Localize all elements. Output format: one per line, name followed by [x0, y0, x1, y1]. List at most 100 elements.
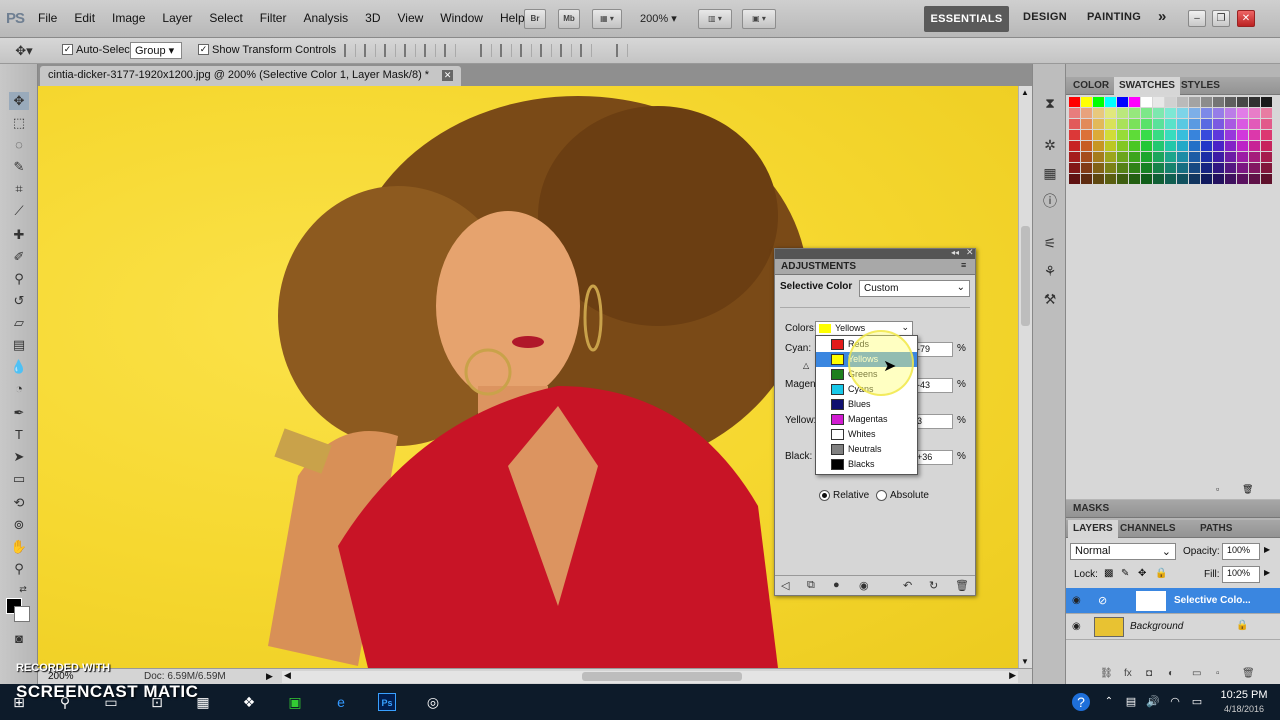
swatch-cell[interactable]	[1153, 141, 1164, 151]
menu-help[interactable]: Help	[500, 11, 525, 25]
path-selection-tool-icon[interactable]: ➤	[9, 448, 29, 466]
visibility-icon[interactable]: ◉	[859, 579, 869, 592]
swatch-cell[interactable]	[1237, 119, 1248, 129]
swatch-cell[interactable]	[1177, 163, 1188, 173]
layer-style-icon[interactable]: fx	[1124, 668, 1132, 679]
swatch-cell[interactable]	[1129, 163, 1140, 173]
swatch-cell[interactable]	[1093, 141, 1104, 151]
scroll-down-icon[interactable]: ▼	[1021, 657, 1029, 666]
type-tool-icon[interactable]: T	[9, 426, 29, 444]
workspace-essentials[interactable]: ESSENTIALS	[924, 6, 1009, 32]
swatch-cell[interactable]	[1141, 152, 1152, 162]
swatch-cell[interactable]	[1165, 141, 1176, 151]
fill-field[interactable]: 100%	[1222, 566, 1260, 583]
swatch-cell[interactable]	[1117, 108, 1128, 118]
swatch-cell[interactable]	[1105, 174, 1116, 184]
visibility-eye-icon[interactable]: ◉	[1072, 595, 1081, 606]
clip-to-layer-icon[interactable]: ●	[833, 579, 840, 591]
swatch-cell[interactable]	[1249, 97, 1260, 107]
swatch-cell[interactable]	[1117, 174, 1128, 184]
swatch-cell[interactable]	[1225, 152, 1236, 162]
info-panel-icon[interactable]: ⓘ	[1041, 192, 1059, 210]
menu-select[interactable]: Select	[209, 11, 242, 25]
adjustments-panel-header[interactable]: ◂◂ ✕	[775, 247, 975, 259]
swatch-grid[interactable]	[1069, 97, 1272, 184]
scroll-up-icon[interactable]: ▲	[1021, 88, 1029, 97]
screen-mode-icon[interactable]: ▣ ▾	[742, 9, 776, 29]
background-color-swatch[interactable]	[14, 606, 30, 622]
crop-tool-icon[interactable]: ⌗	[9, 180, 29, 198]
swatch-cell[interactable]	[1261, 97, 1272, 107]
swatch-cell[interactable]	[1249, 174, 1260, 184]
swatch-cell[interactable]	[1141, 119, 1152, 129]
swatch-cell[interactable]	[1081, 130, 1092, 140]
scroll-left-icon[interactable]: ◀	[284, 670, 291, 681]
blend-mode-dropdown[interactable]: Normal ⌄	[1070, 543, 1176, 560]
swatch-cell[interactable]	[1177, 130, 1188, 140]
swatch-cell[interactable]	[1189, 174, 1200, 184]
yellow-value-field[interactable]: 3	[913, 414, 953, 429]
swatch-cell[interactable]	[1225, 130, 1236, 140]
swatch-cell[interactable]	[1189, 163, 1200, 173]
new-adjustment-icon[interactable]: ◐	[1168, 668, 1174, 679]
delete-adjustment-icon[interactable]: 🗑	[955, 579, 969, 592]
horizontal-scrollbar[interactable]: ◀ ▶	[282, 670, 1018, 683]
swatch-cell[interactable]	[1105, 163, 1116, 173]
auto-select-dropdown[interactable]: Group ▾	[130, 42, 182, 59]
swatch-cell[interactable]	[1261, 141, 1272, 151]
delete-layer-icon[interactable]: 🗑	[1242, 668, 1255, 679]
dropbox-icon[interactable]: ❖	[240, 693, 258, 711]
minimize-icon[interactable]: –	[1188, 10, 1206, 27]
screencast-icon[interactable]: ◎	[424, 693, 442, 711]
distribute-bottom-icon[interactable]	[520, 44, 532, 57]
swatch-cell[interactable]	[1237, 108, 1248, 118]
swatch-cell[interactable]	[1093, 130, 1104, 140]
swatch-cell[interactable]	[1249, 130, 1260, 140]
swatch-cell[interactable]	[1093, 152, 1104, 162]
swatch-cell[interactable]	[1201, 119, 1212, 129]
swatch-cell[interactable]	[1201, 152, 1212, 162]
document-tab[interactable]: cintia-dicker-3177-1920x1200.jpg @ 200% …	[40, 66, 462, 86]
reset-icon[interactable]: ↻	[929, 579, 938, 592]
swatch-cell[interactable]	[1189, 152, 1200, 162]
opacity-slider-icon[interactable]: ▶	[1264, 545, 1270, 554]
swatch-cell[interactable]	[1105, 97, 1116, 107]
menu-analysis[interactable]: Analysis	[303, 11, 348, 25]
horizontal-scroll-thumb[interactable]	[582, 672, 742, 681]
swatch-cell[interactable]	[1201, 141, 1212, 151]
swatch-cell[interactable]	[1117, 152, 1128, 162]
swatch-cell[interactable]	[1177, 152, 1188, 162]
swatch-cell[interactable]	[1117, 119, 1128, 129]
show-transform-checkbox[interactable]: ✓	[198, 44, 209, 55]
lock-image-icon[interactable]: ✎	[1121, 568, 1129, 579]
adjustments-tab[interactable]: ADJUSTMENTS	[781, 261, 856, 272]
swatch-cell[interactable]	[1153, 152, 1164, 162]
auto-align-icon[interactable]	[616, 44, 628, 57]
swatch-cell[interactable]	[1261, 108, 1272, 118]
swatch-cell[interactable]	[1189, 108, 1200, 118]
swatch-cell[interactable]	[1225, 97, 1236, 107]
workspace-design[interactable]: DESIGN	[1023, 11, 1067, 23]
swap-colors-icon[interactable]: ⇄	[16, 580, 30, 598]
move-tool-icon[interactable]: ✥	[9, 92, 29, 110]
align-bottom-icon[interactable]	[384, 44, 396, 57]
swatch-cell[interactable]	[1129, 130, 1140, 140]
swatch-cell[interactable]	[1201, 97, 1212, 107]
swatch-cell[interactable]	[1081, 163, 1092, 173]
swatch-cell[interactable]	[1165, 152, 1176, 162]
spreadsheet-icon[interactable]: ▣	[286, 693, 304, 711]
swatch-cell[interactable]	[1105, 141, 1116, 151]
wifi-icon[interactable]: ◠	[1166, 693, 1184, 711]
swatch-cell[interactable]	[1117, 130, 1128, 140]
menu-layer[interactable]: Layer	[162, 11, 192, 25]
delete-swatch-icon[interactable]: 🗑	[1242, 484, 1253, 495]
swatch-cell[interactable]	[1117, 141, 1128, 151]
layer-selective-color[interactable]: ◉ ⊘ Selective Colo...	[1066, 588, 1280, 614]
absolute-radio[interactable]	[876, 490, 887, 501]
swatch-cell[interactable]	[1141, 130, 1152, 140]
menu-file[interactable]: File	[38, 11, 57, 25]
expanded-view-icon[interactable]: ⧉	[807, 579, 815, 592]
swatch-cell[interactable]	[1177, 141, 1188, 151]
brush-presets-panel-icon[interactable]: ⚟	[1041, 234, 1059, 252]
swatch-cell[interactable]	[1081, 174, 1092, 184]
